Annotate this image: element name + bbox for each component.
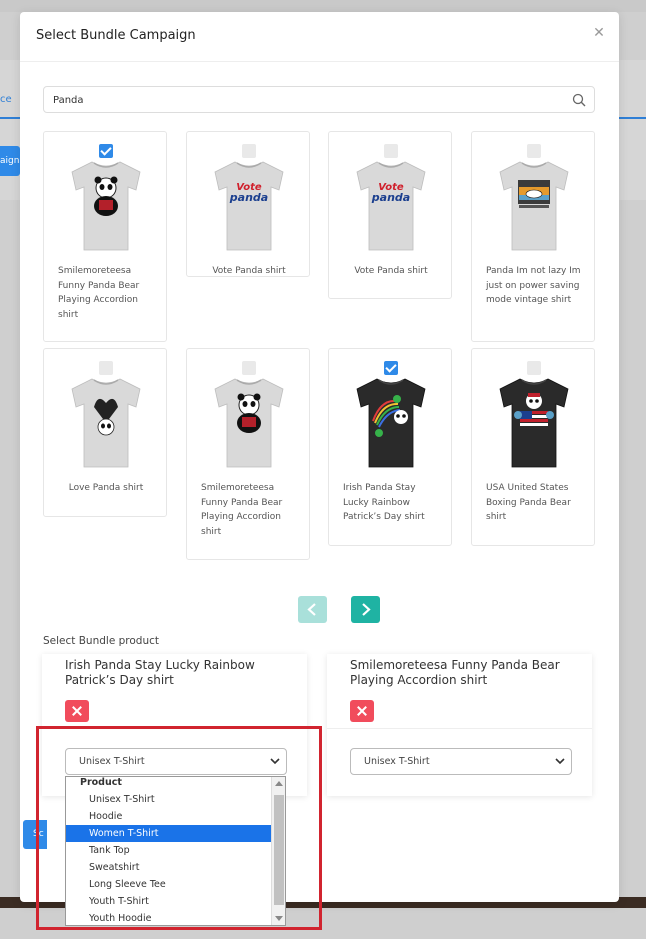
prev-page-button[interactable] xyxy=(298,596,327,623)
chevron-down-icon xyxy=(270,758,280,765)
tshirt-image xyxy=(214,378,284,468)
product-card[interactable]: Vote panda Vote Panda shirt xyxy=(186,131,310,277)
dropdown-option[interactable]: Tank Top xyxy=(66,842,271,859)
bundle-product-title: Irish Panda Stay Lucky Rainbow Patrick’s… xyxy=(65,658,255,687)
next-page-button[interactable] xyxy=(351,596,380,623)
remove-bundle-button[interactable] xyxy=(350,700,374,722)
chevron-left-icon xyxy=(307,603,316,616)
select-bundle-campaign-modal: Select Bundle Campaign ✕ Smilemoreteesa … xyxy=(20,12,619,902)
tshirt-image xyxy=(499,161,569,251)
tshirt-image xyxy=(71,161,141,251)
background-button: aign xyxy=(0,146,20,176)
product-card[interactable]: Love Panda shirt xyxy=(43,348,167,517)
product-card[interactable]: Smilemoreteesa Funny Panda Bear Playing … xyxy=(43,131,167,342)
modal-header-divider xyxy=(20,61,619,62)
dropdown-option[interactable]: Sweatshirt xyxy=(66,859,271,876)
svg-text:panda: panda xyxy=(371,191,410,204)
product-name: Smilemoreteesa Funny Panda Bear Playing … xyxy=(201,483,283,537)
product-card[interactable]: Panda Im not lazy Im just on power savin… xyxy=(471,131,595,342)
svg-text:panda: panda xyxy=(229,191,268,204)
bundle-product-title: Smilemoreteesa Funny Panda Bear Playing … xyxy=(350,658,560,687)
product-card[interactable]: Vote panda Vote Panda shirt xyxy=(328,131,452,299)
chevron-right-icon xyxy=(362,603,371,616)
shirt-print xyxy=(518,180,550,208)
tshirt-image: Votepanda xyxy=(214,161,284,251)
product-name: Love Panda shirt xyxy=(68,483,144,493)
product-card[interactable]: USA United States Boxing Panda Bear shir… xyxy=(471,348,595,546)
product-name: Irish Panda Stay Lucky Rainbow Patrick’s… xyxy=(343,483,425,522)
scroll-down-icon[interactable] xyxy=(275,916,283,921)
product-type-select-value: Unisex T-Shirt xyxy=(79,756,145,767)
search-icon[interactable] xyxy=(572,93,586,107)
dropdown-option[interactable]: Long Sleeve Tee xyxy=(66,876,271,893)
divider xyxy=(327,728,592,729)
product-name: Smilemoreteesa Funny Panda Bear Playing … xyxy=(58,266,140,320)
dropdown-option[interactable]: Youth Hoodie xyxy=(66,910,271,927)
modal-title: Select Bundle Campaign xyxy=(36,28,196,43)
dropdown-option[interactable]: Unisex T-Shirt xyxy=(66,791,271,808)
dropdown-scrollbar[interactable] xyxy=(271,777,285,925)
search-input[interactable] xyxy=(53,92,553,108)
chevron-down-icon xyxy=(555,758,565,765)
product-name: Vote Panda shirt xyxy=(212,266,286,276)
bundle-section-label: Select Bundle product xyxy=(43,635,160,647)
tshirt-image: Votepanda xyxy=(356,161,426,251)
optgroup-label: Product xyxy=(80,777,122,788)
product-name: Panda Im not lazy Im just on power savin… xyxy=(486,266,581,305)
bundle-product-card: Irish Panda Stay Lucky Rainbow Patrick’s… xyxy=(42,654,307,796)
dropdown-option[interactable]: Women T-Shirt xyxy=(66,825,271,842)
tshirt-image xyxy=(356,378,426,468)
tshirt-image xyxy=(71,378,141,468)
dropdown-option[interactable]: Hoodie xyxy=(66,808,271,825)
remove-bundle-button[interactable] xyxy=(65,700,89,722)
product-type-select[interactable]: Unisex T-Shirt xyxy=(65,748,287,775)
tshirt-image xyxy=(499,378,569,468)
product-card[interactable]: Irish Panda Stay Lucky Rainbow Patrick’s… xyxy=(328,348,452,546)
product-name: USA United States Boxing Panda Bear shir… xyxy=(486,483,571,522)
product-type-select-value: Unisex T-Shirt xyxy=(364,756,430,767)
dropdown-option[interactable]: Youth T-Shirt xyxy=(66,893,271,910)
product-type-select[interactable]: Unisex T-Shirt xyxy=(350,748,572,775)
close-icon[interactable]: ✕ xyxy=(592,26,606,40)
bundle-product-card: Smilemoreteesa Funny Panda Bear Playing … xyxy=(327,654,592,796)
search-box xyxy=(43,86,595,113)
background-tab: ce xyxy=(0,94,12,105)
product-name: Vote Panda shirt xyxy=(354,266,428,276)
scrollbar-thumb[interactable] xyxy=(274,795,284,905)
background-header xyxy=(0,0,646,12)
background-tab-underline-right xyxy=(616,117,646,119)
product-type-dropdown-list: Product Unisex T-Shirt Hoodie Women T-Shir… xyxy=(65,776,286,926)
product-card[interactable]: Smilemoreteesa Funny Panda Bear Playing … xyxy=(186,348,310,560)
divider xyxy=(42,728,307,729)
scroll-up-icon[interactable] xyxy=(275,781,283,786)
submit-button[interactable]: Sc xyxy=(23,820,47,849)
